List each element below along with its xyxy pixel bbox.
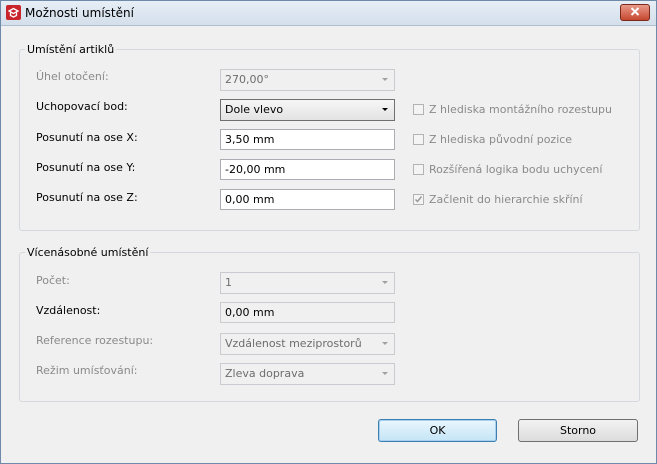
title-bar[interactable]: Možnosti umístění — [1, 1, 656, 26]
multi-group-title: Vícenásobné umístění — [25, 246, 151, 259]
placement-group-title: Umístění artiklů — [25, 43, 117, 56]
rotation-label: Úhel otočení: — [36, 70, 109, 83]
rotation-value: 270,00° — [225, 73, 269, 86]
chevron-down-icon — [382, 281, 388, 284]
checkbox-label: Začlenit do hierarchie skříní — [429, 193, 583, 206]
grip-label: Uchopovací bod: — [36, 100, 128, 113]
ok-button[interactable]: OK — [378, 419, 497, 442]
checkbox-box — [413, 194, 424, 205]
distance-input: 0,00 mm — [220, 302, 395, 323]
chevron-down-icon — [382, 108, 388, 111]
checkmark-icon — [414, 196, 423, 203]
app-icon — [6, 5, 21, 20]
chevron-down-icon — [382, 342, 388, 345]
offset-z-label: Posunutí na ose Z: — [36, 191, 138, 204]
count-value: 1 — [225, 276, 232, 289]
rotation-select: 270,00° — [220, 69, 395, 91]
offset-y-input[interactable]: -20,00 mm — [220, 159, 395, 180]
window-title: Možnosti umístění — [25, 6, 134, 20]
checkbox-label: Z hlediska montážního rozestupu — [429, 103, 613, 116]
dialog-window: Možnosti umístění Umístění artiklů Úhel … — [0, 0, 657, 464]
cancel-button[interactable]: Storno — [518, 419, 638, 442]
checkbox-box — [413, 104, 424, 115]
offset-x-value: 3,50 mm — [225, 133, 275, 146]
mode-label: Režim umísťování: — [36, 364, 138, 377]
chevron-down-icon — [382, 372, 388, 375]
spacing-ref-label: Reference rozestupu: — [36, 334, 154, 347]
mode-select: Zleva doprava — [220, 363, 395, 385]
grip-point-select[interactable]: Dole vlevo — [220, 99, 395, 121]
chevron-down-icon — [382, 78, 388, 81]
close-icon — [630, 7, 640, 16]
grip-value: Dole vlevo — [225, 103, 284, 116]
checkbox-label: Z hlediska původní pozice — [429, 133, 573, 146]
distance-value: 0,00 mm — [225, 306, 275, 319]
offset-y-value: -20,00 mm — [225, 163, 286, 176]
offset-z-value: 0,00 mm — [225, 193, 275, 206]
checkbox-label: Rozšířená logika bodu uchycení — [429, 163, 603, 176]
offset-y-label: Posunutí na ose Y: — [36, 161, 136, 174]
close-button[interactable] — [620, 4, 650, 21]
offset-x-label: Posunutí na ose X: — [36, 131, 138, 144]
checkbox-box — [413, 134, 424, 145]
offset-z-input[interactable]: 0,00 mm — [220, 189, 395, 210]
count-select: 1 — [220, 272, 395, 294]
offset-x-input[interactable]: 3,50 mm — [220, 129, 395, 150]
mode-value: Zleva doprava — [225, 367, 305, 380]
count-label: Počet: — [36, 274, 70, 287]
checkbox-box — [413, 164, 424, 175]
distance-label: Vzdálenost: — [36, 304, 101, 317]
spacing-ref-value: Vzdálenost meziprostorů — [225, 337, 362, 350]
spacing-ref-select: Vzdálenost meziprostorů — [220, 333, 395, 355]
